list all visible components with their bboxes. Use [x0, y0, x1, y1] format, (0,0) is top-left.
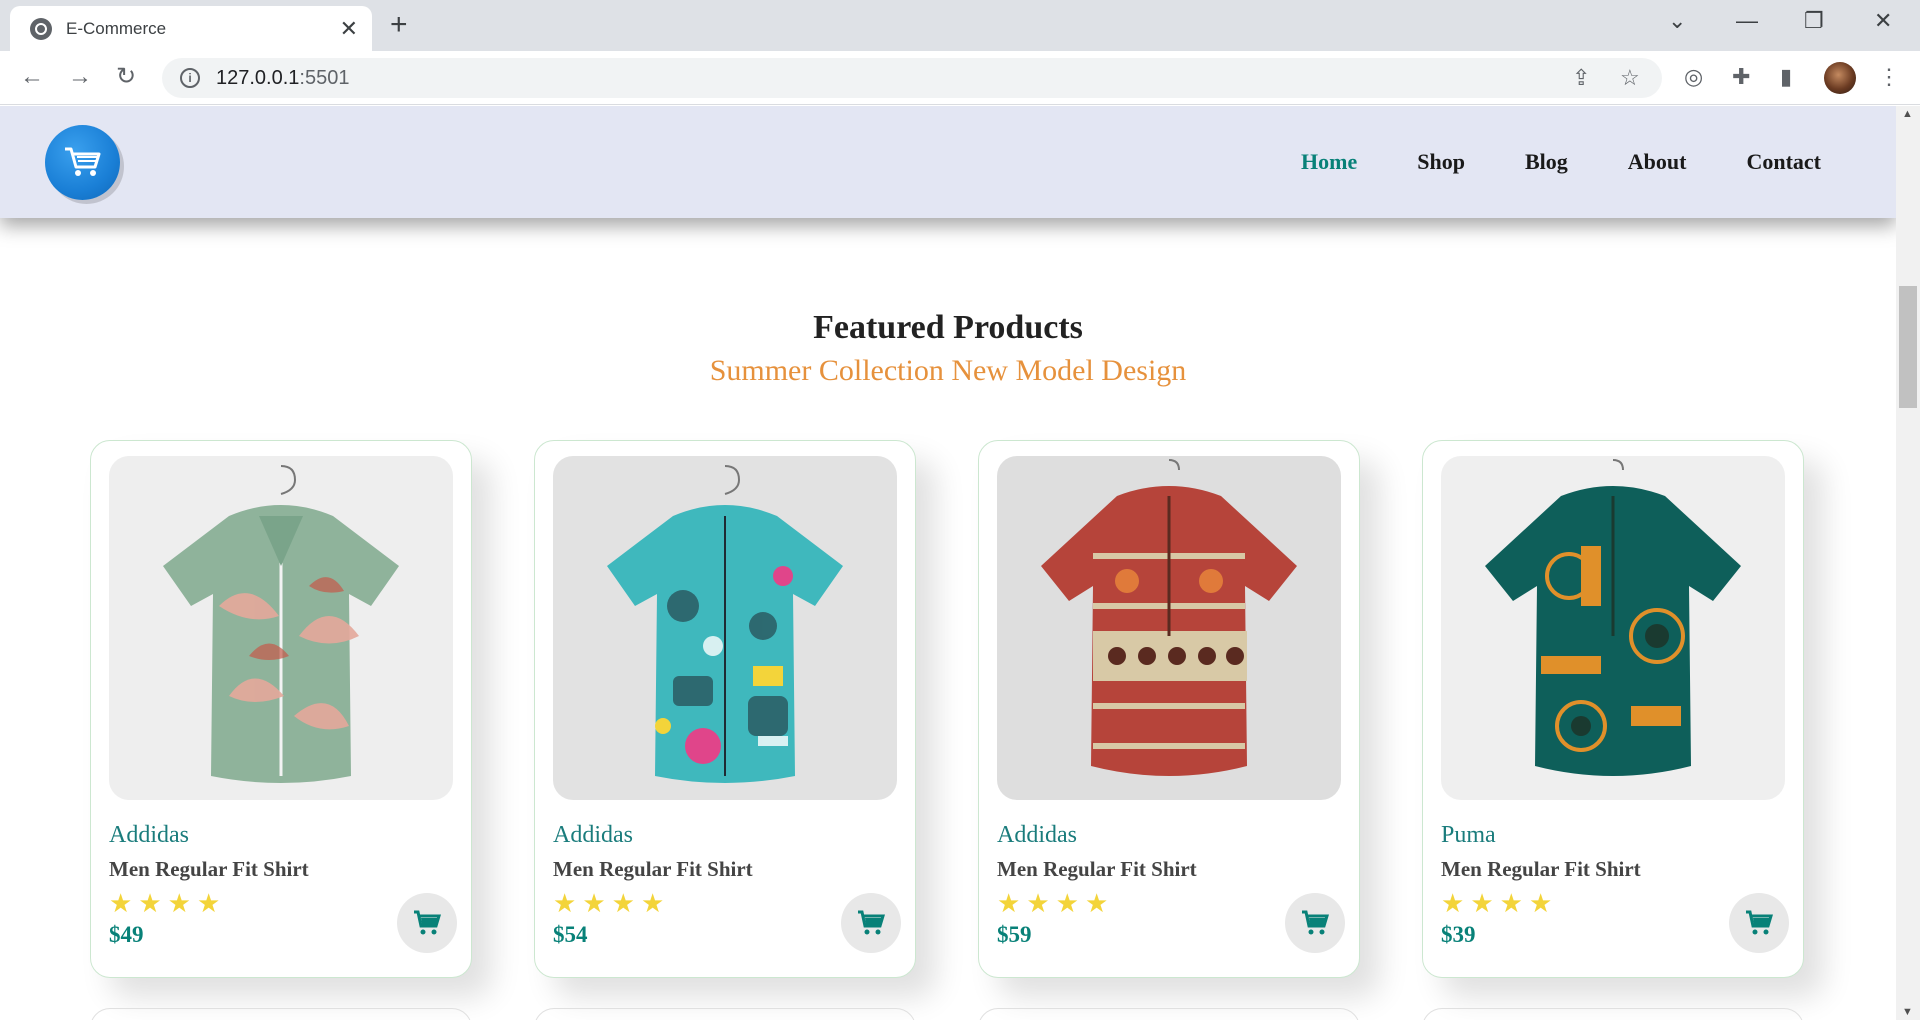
- reload-icon[interactable]: ↻: [116, 65, 136, 89]
- product-name: Men Regular Fit Shirt: [553, 857, 753, 881]
- product-card[interactable]: Addidas Men Regular Fit Shirt ★ ★ ★ ★ $54: [534, 440, 916, 978]
- bookmark-star-icon[interactable]: ☆: [1620, 66, 1640, 90]
- cart-icon: [414, 910, 441, 935]
- section-subtitle: Summer Collection New Model Design: [709, 354, 1187, 387]
- scroll-up-icon[interactable]: ▲: [1902, 108, 1913, 120]
- product-brand: Addidas: [553, 822, 633, 848]
- tab-search-icon[interactable]: ⌄: [1668, 8, 1686, 34]
- site-header: Home Shop Blog About Contact: [0, 106, 1896, 218]
- add-to-cart-button[interactable]: [841, 893, 901, 953]
- section-title: Featured Products: [813, 309, 1083, 346]
- star-icon: ★: [997, 888, 1021, 918]
- new-tab-icon[interactable]: +: [390, 10, 408, 40]
- cart-icon: [1302, 910, 1329, 935]
- side-panel-icon[interactable]: ▮: [1780, 65, 1792, 89]
- browser-tab[interactable]: E-Commerce ✕: [10, 6, 372, 51]
- star-icon: ★: [167, 888, 191, 918]
- nav-home[interactable]: Home: [1301, 149, 1357, 175]
- product-card[interactable]: Addidas Men Regular Fit Shirt ★ ★ ★ ★ $59: [978, 440, 1360, 978]
- profile-avatar[interactable]: [1824, 62, 1856, 94]
- page-scrollbar[interactable]: ▲ ▼: [1896, 106, 1920, 1020]
- scrollbar-thumb[interactable]: [1899, 286, 1917, 408]
- minimize-icon[interactable]: —: [1736, 8, 1758, 34]
- product-name: Men Regular Fit Shirt: [109, 857, 309, 881]
- star-icon: ★: [582, 888, 606, 918]
- browser-tab-bar: E-Commerce ✕ + ⌄ — ❐ ✕: [0, 0, 1920, 51]
- star-icon: ★: [109, 888, 133, 918]
- add-to-cart-button[interactable]: [1285, 893, 1345, 953]
- share-icon[interactable]: ⇪: [1572, 66, 1590, 90]
- address-bar[interactable]: i 127.0.0.1:5501 ⇪ ☆: [162, 58, 1662, 98]
- cart-icon: [1746, 910, 1773, 935]
- star-icon: ★: [196, 888, 221, 918]
- star-icon: ★: [611, 888, 635, 918]
- add-to-cart-button[interactable]: [397, 893, 457, 953]
- product-card-partial[interactable]: [978, 1008, 1360, 1020]
- product-brand: Puma: [1441, 822, 1496, 848]
- star-icon: ★: [138, 888, 162, 918]
- product-card-partial[interactable]: [90, 1008, 472, 1020]
- product-brand: Addidas: [109, 822, 189, 848]
- forward-icon[interactable]: →: [68, 65, 92, 89]
- nav-blog[interactable]: Blog: [1525, 149, 1568, 175]
- product-grid: Addidas Men Regular Fit Shirt ★ ★ ★ ★ $49: [90, 440, 1806, 1000]
- star-icon: ★: [1441, 888, 1465, 918]
- product-card-partial[interactable]: [534, 1008, 916, 1020]
- menu-icon[interactable]: ⋮: [1878, 65, 1900, 89]
- nav-shop[interactable]: Shop: [1417, 149, 1465, 175]
- product-name: Men Regular Fit Shirt: [1441, 857, 1641, 881]
- product-card[interactable]: Puma Men Regular Fit Shirt ★ ★ ★ ★ $39: [1422, 440, 1804, 978]
- nav-about[interactable]: About: [1628, 149, 1687, 175]
- site-info-icon[interactable]: i: [180, 68, 200, 88]
- cart-logo-icon[interactable]: [45, 124, 120, 200]
- puzzle-icon[interactable]: ✚: [1732, 65, 1750, 89]
- star-icon: ★: [1084, 888, 1109, 918]
- nav-contact[interactable]: Contact: [1746, 149, 1821, 175]
- extension-icon[interactable]: ◎: [1684, 65, 1703, 89]
- star-icon: ★: [1470, 888, 1494, 918]
- tab-title: E-Commerce: [66, 18, 167, 38]
- add-to-cart-button[interactable]: [1729, 893, 1789, 953]
- main-nav: Home Shop Blog About Contact: [1301, 149, 1821, 175]
- close-window-icon[interactable]: ✕: [1874, 8, 1892, 34]
- product-card[interactable]: Addidas Men Regular Fit Shirt ★ ★ ★ ★ $49: [90, 440, 472, 978]
- restore-icon[interactable]: ❐: [1804, 8, 1824, 34]
- star-icon: ★: [1026, 888, 1050, 918]
- star-icon: ★: [1055, 888, 1079, 918]
- product-brand: Addidas: [997, 822, 1077, 848]
- star-icon: ★: [553, 888, 577, 918]
- product-image-mandala-shirt[interactable]: [1441, 456, 1785, 800]
- close-tab-icon[interactable]: ✕: [340, 17, 358, 40]
- star-icon: ★: [1528, 888, 1553, 918]
- star-icon: ★: [640, 888, 665, 918]
- url-text: 127.0.0.1:5501: [216, 66, 350, 89]
- star-icon: ★: [1499, 888, 1523, 918]
- page-viewport: Home Shop Blog About Contact Featured Pr…: [0, 106, 1896, 1020]
- product-name: Men Regular Fit Shirt: [997, 857, 1197, 881]
- browser-toolbar: ← → ↻ i 127.0.0.1:5501 ⇪ ☆ ◎ ✚ ▮ ⋮: [0, 51, 1920, 105]
- product-card-partial[interactable]: [1422, 1008, 1804, 1020]
- product-image-tribal-shirt[interactable]: [997, 456, 1341, 800]
- back-icon[interactable]: ←: [20, 65, 44, 89]
- product-image-floral-shirt[interactable]: [109, 456, 453, 800]
- globe-icon: [30, 17, 52, 40]
- product-image-cartoon-shirt[interactable]: [553, 456, 897, 800]
- cart-icon: [858, 910, 885, 935]
- scroll-down-icon[interactable]: ▼: [1902, 1006, 1913, 1018]
